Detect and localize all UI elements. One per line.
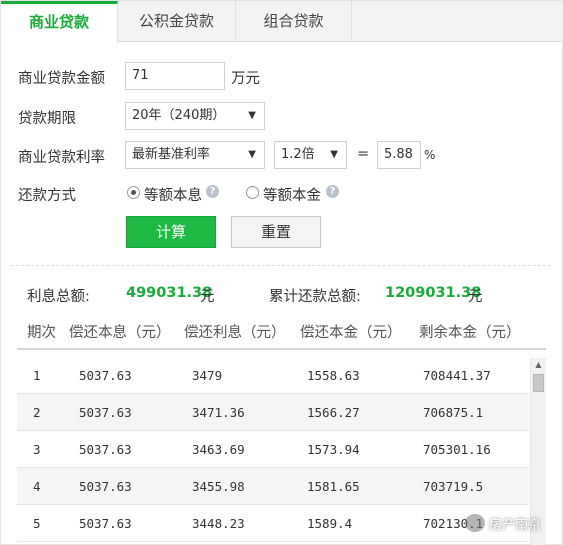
tab-provident-fund-loan[interactable]: 公积金贷款 (118, 1, 236, 42)
interest-total-label: 利息总额: (27, 289, 90, 305)
radio-equal-installment[interactable] (127, 186, 140, 199)
cell-interest: 3463.69 (192, 442, 245, 457)
cell-remaining: 708441.37 (423, 368, 491, 383)
equals-sign: = (357, 146, 370, 162)
amount-input[interactable]: 71 (125, 62, 225, 90)
interest-total-unit: 元 (200, 289, 215, 305)
rate-value-input[interactable]: 5.88 (377, 141, 421, 169)
term-label: 贷款期限 (18, 111, 76, 127)
scroll-thumb[interactable] (533, 374, 544, 392)
rate-unit: % (424, 148, 436, 162)
reset-button[interactable]: 重置 (231, 216, 321, 248)
term-select[interactable]: 20年（240期） ▼ (125, 102, 265, 130)
method-label: 还款方式 (18, 188, 76, 204)
schedule-table-body[interactable]: 1 5037.63 3479 1558.63 708441.37 2 5037.… (17, 357, 529, 545)
help-icon[interactable]: ? (326, 185, 339, 198)
repayment-total-unit: 元 (468, 289, 483, 305)
table-row: 2 5037.63 3471.36 1566.27 706875.1 (17, 394, 529, 431)
table-row: 4 5037.63 3455.98 1581.65 703719.5 (17, 468, 529, 505)
amount-label: 商业贷款金额 (18, 71, 105, 87)
repayment-total-label: 累计还款总额: (269, 289, 361, 305)
loan-calculator: 商业贷款 公积金贷款 组合贷款 商业贷款金额 71 万元 贷款期限 20年（24… (0, 0, 563, 545)
repayment-total-value: 1209031.38 (385, 285, 482, 301)
amount-unit: 万元 (231, 71, 260, 87)
term-select-value: 20年（240期） (132, 108, 226, 123)
cell-principal: 1566.27 (307, 405, 360, 420)
cell-principal: 1573.94 (307, 442, 360, 457)
watermark-text: 房产南京 (489, 518, 542, 533)
table-row: 1 5037.63 3479 1558.63 708441.37 (17, 357, 529, 394)
rate-label: 商业贷款利率 (18, 150, 105, 166)
table-row: 3 5037.63 3463.69 1573.94 705301.16 (17, 431, 529, 468)
cell-interest: 3455.98 (192, 479, 245, 494)
wechat-logo-icon (465, 514, 485, 532)
cell-principal: 1589.4 (307, 516, 353, 531)
cell-principal: 1558.63 (307, 368, 360, 383)
header-payment: 偿还本息（元） (69, 325, 171, 341)
cell-period: 2 (33, 405, 41, 420)
tab-bar: 商业贷款 公积金贷款 组合贷款 (1, 1, 563, 43)
cell-period: 4 (33, 479, 41, 494)
chevron-down-icon: ▼ (248, 110, 256, 121)
header-period: 期次 (27, 325, 56, 341)
rate-multiplier-select[interactable]: 1.2倍 ▼ (274, 141, 347, 169)
tab-combined-loan[interactable]: 组合贷款 (236, 1, 352, 42)
cell-interest: 3448.23 (192, 516, 245, 531)
cell-principal: 1581.65 (307, 479, 360, 494)
divider (11, 265, 551, 266)
cell-interest: 3471.36 (192, 405, 245, 420)
cell-remaining: 706875.1 (423, 405, 484, 420)
cell-remaining: 705301.16 (423, 442, 491, 457)
header-remaining: 剩余本金（元） (419, 325, 521, 341)
cell-period: 1 (33, 368, 41, 383)
cell-period: 5 (33, 516, 41, 531)
chevron-down-icon: ▼ (248, 149, 256, 160)
cell-payment: 5037.63 (79, 516, 132, 531)
cell-payment: 5037.63 (79, 442, 132, 457)
rate-type-select[interactable]: 最新基准利率 ▼ (125, 141, 265, 169)
cell-payment: 5037.63 (79, 479, 132, 494)
cell-remaining: 703719.5 (423, 479, 484, 494)
help-icon[interactable]: ? (206, 185, 219, 198)
cell-payment: 5037.63 (79, 368, 132, 383)
header-interest: 偿还利息（元） (184, 325, 286, 341)
chevron-down-icon: ▼ (330, 149, 338, 160)
scroll-up-arrow-icon[interactable]: ▲ (531, 358, 546, 372)
radio-equal-principal[interactable] (246, 186, 259, 199)
cell-period: 3 (33, 442, 41, 457)
watermark: 房产南京 (465, 513, 557, 535)
schedule-table-header: 期次 偿还本息（元） 偿还利息（元） 偿还本金（元） 剩余本金（元） (17, 314, 546, 350)
calculate-button[interactable]: 计算 (126, 216, 216, 248)
cell-payment: 5037.63 (79, 405, 132, 420)
table-row: 5 5037.63 3448.23 1589.4 702130.1 (17, 505, 529, 542)
tab-commercial-loan[interactable]: 商业贷款 (1, 1, 118, 43)
method-equal-installment-label: 等额本息 (144, 188, 202, 204)
rate-type-value: 最新基准利率 (132, 147, 211, 162)
rate-multiplier-value: 1.2倍 (281, 147, 315, 162)
cell-interest: 3479 (192, 368, 223, 383)
method-equal-principal-label: 等额本金 (263, 188, 321, 204)
header-principal: 偿还本金（元） (300, 325, 402, 341)
